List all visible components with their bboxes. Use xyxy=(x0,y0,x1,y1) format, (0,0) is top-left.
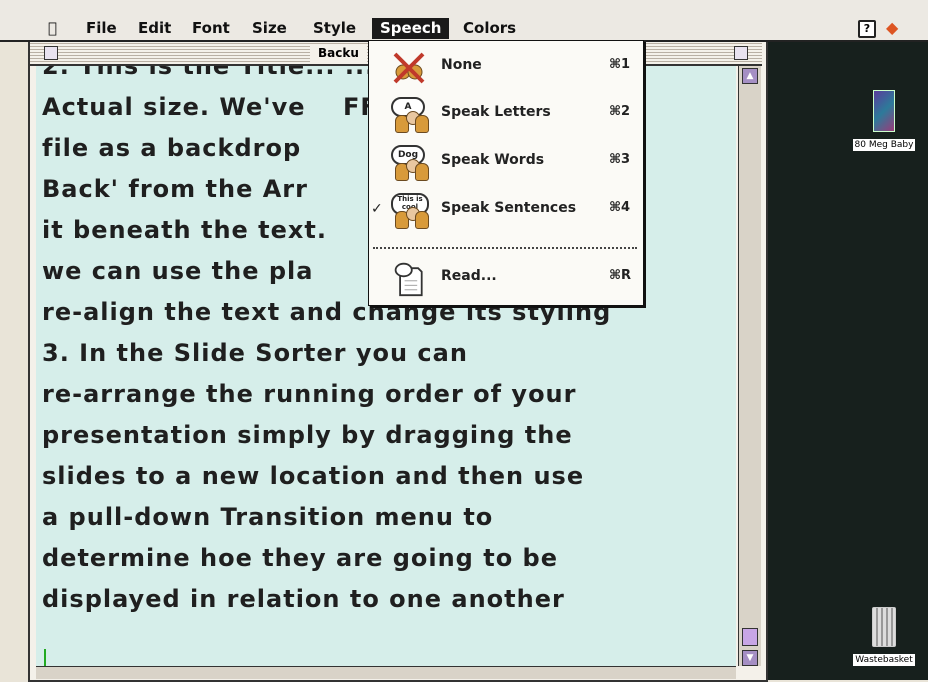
speak-sentences-icon: This is cool xyxy=(389,193,431,229)
menu-item-shortcut: ⌘R xyxy=(609,268,632,283)
zoom-box-icon[interactable] xyxy=(734,46,748,60)
disk-label: 80 Meg Baby xyxy=(852,139,916,151)
read-document-icon xyxy=(394,262,423,297)
speak-letters-icon: A xyxy=(389,97,431,133)
speak-words-icon: Dog xyxy=(389,145,431,181)
menu-edit[interactable]: Edit xyxy=(138,18,171,39)
wastebasket-icon[interactable]: Wastebasket xyxy=(846,607,922,666)
menu-bar:  File Edit Font Size Style Speech Color… xyxy=(0,0,928,42)
check-mark-icon: ✓ xyxy=(371,201,383,217)
menu-item-label: Speak Sentences xyxy=(441,200,577,216)
menu-item-speak-letters[interactable]: A Speak Letters ⌘2 xyxy=(369,91,643,137)
menu-item-shortcut: ⌘2 xyxy=(609,104,631,119)
window-title: Backu xyxy=(310,44,367,62)
menu-size[interactable]: Size xyxy=(252,18,287,39)
none-crossed-icon xyxy=(393,52,425,84)
menu-item-label: Speak Words xyxy=(441,152,545,168)
scroll-thumb[interactable] xyxy=(742,628,758,646)
menu-item-label: Speak Letters xyxy=(441,104,551,120)
menu-item-shortcut: ⌘4 xyxy=(609,200,631,215)
menu-item-shortcut: ⌘1 xyxy=(609,57,631,72)
menu-style[interactable]: Style xyxy=(313,18,356,39)
menu-item-label: None xyxy=(441,57,482,73)
disk-glyph xyxy=(873,90,895,132)
trash-glyph xyxy=(872,607,896,647)
application-menu-icon[interactable]: ◆ xyxy=(886,20,898,36)
text-cursor xyxy=(44,649,46,666)
close-box-icon[interactable] xyxy=(44,46,58,60)
apple-menu-icon[interactable]:  xyxy=(48,18,57,39)
menu-item-speak-words[interactable]: Dog Speak Words ⌘3 xyxy=(369,139,643,185)
menu-item-speak-sentences[interactable]: ✓ This is cool Speak Sentences ⌘4 xyxy=(369,187,643,233)
menu-item-label: Read... xyxy=(441,268,497,284)
menu-file[interactable]: File xyxy=(86,18,117,39)
help-icon[interactable]: ? xyxy=(858,20,876,38)
menu-colors[interactable]: Colors xyxy=(463,18,516,39)
trash-label: Wastebasket xyxy=(853,654,915,666)
menu-item-shortcut: ⌘3 xyxy=(609,152,631,167)
scroll-down-arrow-icon[interactable]: ▼ xyxy=(742,650,758,666)
menu-separator xyxy=(373,247,637,249)
menu-font[interactable]: Font xyxy=(192,18,230,39)
vertical-scrollbar[interactable]: ▲ ▼ xyxy=(738,66,761,666)
scroll-up-arrow-icon[interactable]: ▲ xyxy=(742,68,758,84)
menu-item-read[interactable]: Read... ⌘R xyxy=(369,255,643,301)
speech-menu-dropdown: None ⌘1 A Speak Letters ⌘2 Dog Speak Wor… xyxy=(368,40,644,306)
hard-disk-icon[interactable]: 80 Meg Baby xyxy=(844,90,924,151)
horizontal-scrollbar[interactable] xyxy=(36,666,736,679)
menu-speech[interactable]: Speech xyxy=(372,18,450,39)
desktop: 80 Meg Baby Wastebasket xyxy=(760,42,928,680)
menu-item-none[interactable]: None ⌘1 xyxy=(369,44,643,90)
